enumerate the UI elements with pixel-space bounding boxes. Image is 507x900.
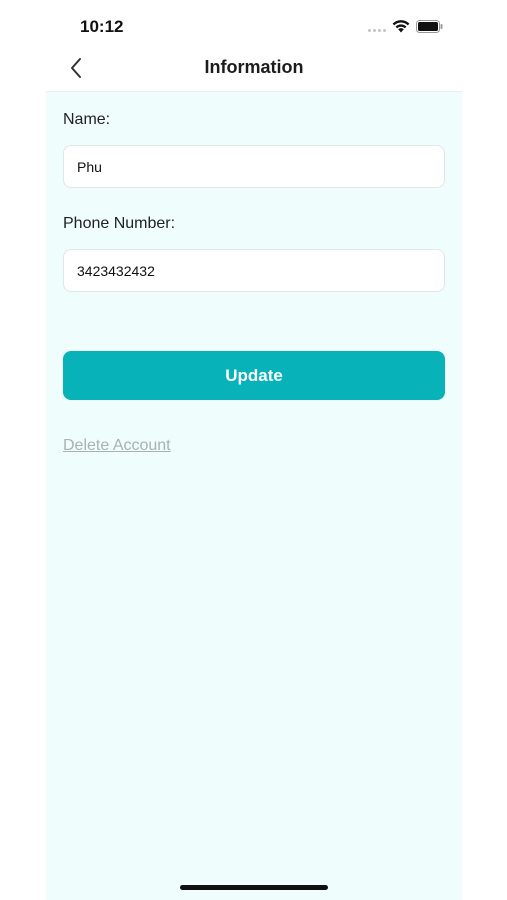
phone-number-label: Phone Number:: [63, 215, 176, 232]
nav-bar: Information: [46, 50, 462, 92]
wifi-icon: [392, 20, 410, 33]
signal-icon: [368, 29, 386, 32]
page-title: Information: [204, 57, 304, 77]
update-button[interactable]: Update: [63, 351, 445, 400]
phone-screen: 10:12 Information Name: Phone Number: Up…: [46, 0, 462, 900]
status-bar: 10:12: [46, 0, 462, 50]
home-indicator: [180, 885, 328, 890]
delete-account-link[interactable]: Delete Account: [63, 437, 171, 455]
information-form: Name: Phone Number: Update Delete Accoun…: [46, 92, 462, 900]
battery-icon: [416, 20, 443, 33]
name-label: Name:: [63, 111, 111, 128]
name-input[interactable]: [63, 145, 445, 188]
status-time: 10:12: [80, 17, 124, 36]
phone-number-input[interactable]: [63, 249, 445, 292]
